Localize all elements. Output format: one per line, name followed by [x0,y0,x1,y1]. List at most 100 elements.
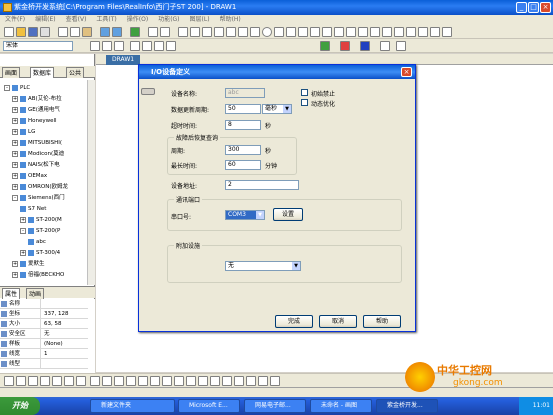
undo-icon[interactable] [100,27,110,37]
align-left-icon[interactable] [130,41,140,51]
new-icon[interactable] [4,27,14,37]
menu-function[interactable]: 功能(G) [158,16,179,23]
tree-node[interactable]: + ST-200(M [20,215,62,225]
rect-icon[interactable] [214,27,224,37]
bold-icon[interactable] [90,41,100,51]
task-explorer[interactable]: Microsoft E... [178,399,240,413]
tree-node[interactable]: + 爱默生 [12,259,45,269]
update-unit-select[interactable]: 毫秒 ▼ [262,104,292,114]
minimize-button[interactable]: _ [516,2,527,13]
dynamic-opt-checkbox[interactable] [301,99,308,106]
init-disable-checkbox[interactable] [301,89,308,96]
tree-node[interactable]: - PLC [4,83,30,93]
align-right-icon[interactable] [154,41,164,51]
tree-node[interactable]: + OMRON(欧姆龙 [12,182,68,192]
expand-icon[interactable]: + [12,271,18,278]
property-row[interactable]: 安全区无 [0,329,88,339]
tree-node[interactable]: - ST-200(P [20,226,60,236]
space-h-icon[interactable] [162,376,172,386]
tab-draw1[interactable]: DRAW1 [106,55,141,65]
align-center-icon[interactable] [142,41,152,51]
grid-icon[interactable] [394,27,404,37]
tree-node[interactable]: + OEMax [12,171,47,181]
menu-tools[interactable]: 工具(T) [96,16,116,23]
pointer-icon[interactable] [178,27,188,37]
property-row[interactable]: 线宽 1 [0,349,88,359]
align-left-tool-icon[interactable] [90,376,100,386]
tree-node[interactable]: + AB(艾伦-布拉 [12,94,62,104]
align-bottom-icon[interactable] [126,376,136,386]
back-icon[interactable] [52,376,62,386]
font-select[interactable]: 宋体 [3,41,73,51]
tree-node[interactable]: + 倍福(BECKHO [12,270,64,280]
unlock-icon[interactable] [246,376,256,386]
paste-icon[interactable] [82,27,92,37]
underline-icon[interactable] [114,41,124,51]
expand-icon[interactable]: + [12,260,18,267]
line-color-icon[interactable] [340,41,350,51]
node-icon[interactable] [190,27,200,37]
zoom-out-icon[interactable] [270,376,280,386]
layer-icon[interactable] [442,27,452,37]
setup-button[interactable]: 设置 [273,208,303,221]
zoom-icon[interactable] [160,27,170,37]
line-style-icon[interactable] [380,41,390,51]
expand-icon[interactable]: + [12,172,18,179]
help-button[interactable]: 帮助 [363,315,401,328]
zoom-in-icon[interactable] [258,376,268,386]
tree-node[interactable]: + GE(通用电气 [12,105,60,115]
canvas-object[interactable] [141,88,155,95]
align-right-tool-icon[interactable] [102,376,112,386]
property-row[interactable]: 名称 [0,299,88,309]
ole-icon[interactable] [406,27,416,37]
tree-node[interactable]: + ST-300/4 [20,248,60,258]
roundrect-icon[interactable] [226,27,236,37]
menu-help[interactable]: 帮助(H) [220,16,241,23]
port-select[interactable]: COM3 ▼ [225,210,265,220]
symbol-icon[interactable] [418,27,428,37]
close-button[interactable]: × [540,2,551,13]
center-h-icon[interactable] [138,376,148,386]
select-icon[interactable] [148,27,158,37]
collapse-icon[interactable]: - [4,84,10,91]
tab-screens[interactable]: 画面 [2,67,21,78]
center-v-icon[interactable] [150,376,160,386]
text-icon[interactable] [202,27,212,37]
tree-node[interactable]: + MITSUBISHI( [12,138,62,148]
expand-icon[interactable]: + [20,249,26,256]
bitmap-icon[interactable] [322,27,332,37]
cut-icon[interactable] [58,27,68,37]
tree-node[interactable]: + LG [12,127,35,137]
task-paint[interactable]: 未命名 - 画图 [310,399,372,413]
address-field[interactable]: 2 [225,180,299,190]
front-icon[interactable] [40,376,50,386]
collapse-icon[interactable]: - [12,194,18,201]
justify-icon[interactable] [166,41,176,51]
button-tool-icon[interactable] [310,27,320,37]
tree-node[interactable]: - Siemens(西门 [12,193,65,203]
align-icon[interactable] [4,376,14,386]
alarm-icon[interactable] [346,27,356,37]
timeout-field[interactable]: 8 [225,120,261,130]
space-v-icon[interactable] [174,376,184,386]
tree-node[interactable]: + Modicon(莫迪 [12,149,64,159]
trend-icon[interactable] [334,27,344,37]
run-icon[interactable] [130,27,140,37]
fill-color-icon[interactable] [320,41,330,51]
polygon-icon[interactable] [274,27,284,37]
expand-icon[interactable]: + [12,139,18,146]
menu-view[interactable]: 查看(V) [66,16,87,23]
tree-node[interactable]: + Honeywell [12,116,57,126]
pipe-icon[interactable] [298,27,308,37]
expand-icon[interactable]: + [20,216,26,223]
property-row[interactable]: 线型 [0,359,88,369]
menu-file[interactable]: 文件(F) [5,16,25,23]
polyline-icon[interactable] [250,27,260,37]
task-zijinqiao[interactable]: 紫金桥开发... [376,399,438,413]
lock-icon[interactable] [234,376,244,386]
same-height-icon[interactable] [198,376,208,386]
expand-icon[interactable]: + [12,106,18,113]
same-width-icon[interactable] [186,376,196,386]
tab-database[interactable]: 数据库 [30,67,55,78]
menu-layer[interactable]: 图层(L) [190,16,210,23]
